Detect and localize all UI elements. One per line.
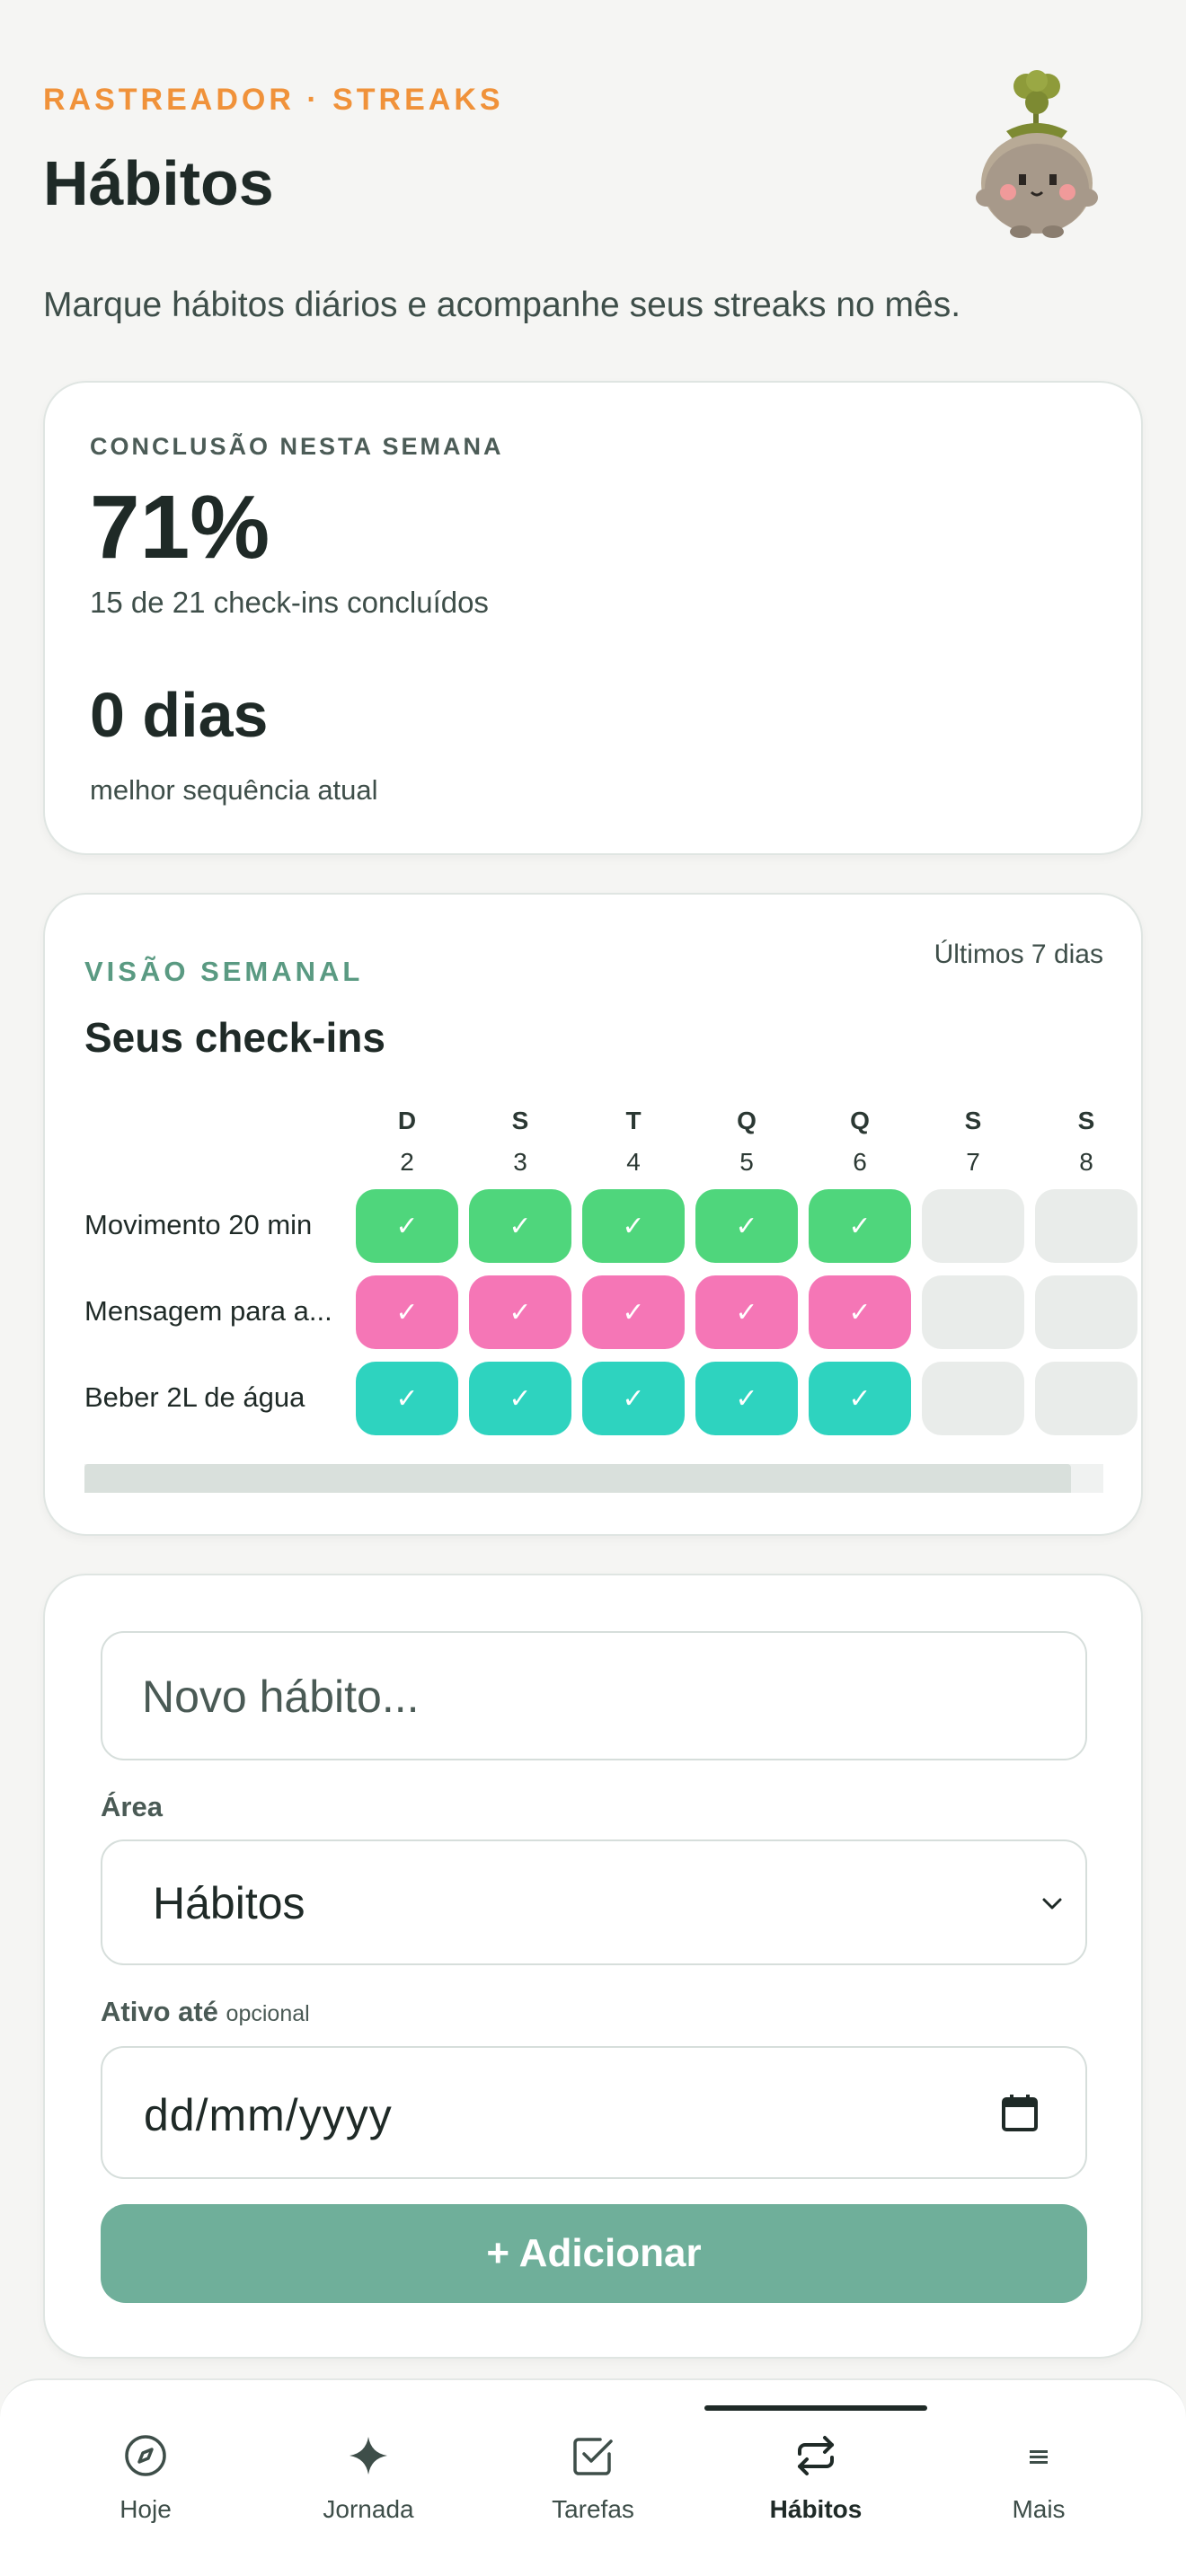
- weekly-title: Seus check-ins: [84, 1014, 385, 1061]
- checkin-cell-done[interactable]: ✓: [582, 1275, 685, 1349]
- nav-item-tarefas[interactable]: Tarefas: [503, 2432, 683, 2524]
- day-number: 8: [1079, 1148, 1093, 1176]
- checkin-cell-empty[interactable]: [922, 1362, 1024, 1435]
- optional-hint: opcional: [226, 2001, 310, 2026]
- habit-row-label: Movimento 20 min: [84, 1209, 313, 1240]
- day-header: S7: [922, 1107, 1024, 1177]
- active-until-text: Ativo até: [101, 1996, 218, 2027]
- day-number: 4: [626, 1148, 641, 1176]
- compass-icon: [125, 2435, 166, 2476]
- area-select[interactable]: Hábitos: [101, 1839, 1087, 1965]
- area-label: Área: [101, 1791, 163, 1822]
- day-header: Q5: [695, 1107, 798, 1177]
- eyebrow-label: RASTREADOR · STREAKS: [43, 83, 504, 117]
- habit-row-label: Mensagem para a...: [84, 1295, 332, 1327]
- day-number: 2: [400, 1148, 414, 1176]
- nav-item-habitos[interactable]: Hábitos: [726, 2432, 906, 2524]
- summary-card: CONCLUSÃO NESTA SEMANA 71% 15 de 21 chec…: [43, 381, 1143, 855]
- area-select-value: Hábitos: [153, 1878, 305, 1928]
- day-number: 7: [966, 1148, 980, 1176]
- checkin-cell-done[interactable]: ✓: [356, 1275, 458, 1349]
- checkin-cell-done[interactable]: ✓: [356, 1189, 458, 1263]
- checkin-cell-done[interactable]: ✓: [469, 1275, 571, 1349]
- checkin-cell-empty[interactable]: [922, 1189, 1024, 1263]
- checkin-cell-done[interactable]: ✓: [582, 1362, 685, 1435]
- habit-name-input[interactable]: Novo hábito...: [101, 1631, 1087, 1760]
- calendar-icon[interactable]: [1001, 2093, 1039, 2132]
- nav-item-jornada[interactable]: Jornada: [279, 2432, 458, 2524]
- page-title: Hábitos: [43, 148, 274, 218]
- weekly-card: VISÃO SEMANAL Últimos 7 dias Seus check-…: [43, 893, 1143, 1536]
- day-number: 5: [739, 1148, 754, 1176]
- weekly-range: Últimos 7 dias: [934, 940, 1103, 969]
- checkin-cell-empty[interactable]: [1035, 1275, 1137, 1349]
- streak-label: melhor sequência atual: [90, 774, 378, 806]
- checkin-cell-done[interactable]: ✓: [356, 1362, 458, 1435]
- weekly-eyebrow: VISÃO SEMANAL: [84, 956, 364, 987]
- day-header: S8: [1035, 1107, 1137, 1177]
- streak-value: 0 dias: [90, 680, 269, 750]
- checkin-cell-done[interactable]: ✓: [469, 1189, 571, 1263]
- nav-label-hoje: Hoje: [119, 2495, 172, 2523]
- repeat-icon: [798, 2436, 834, 2475]
- day-header: T4: [582, 1107, 685, 1177]
- habit-row-label: Beber 2L de água: [84, 1381, 305, 1413]
- sparkle-icon: [350, 2437, 387, 2475]
- date-placeholder: dd/mm/yyyy: [144, 2090, 393, 2140]
- nav-item-mais[interactable]: Mais: [949, 2432, 1128, 2524]
- day-number: 3: [513, 1148, 527, 1176]
- day-letter: S: [511, 1107, 529, 1134]
- day-header: Q6: [809, 1107, 911, 1177]
- checkin-cell-done[interactable]: ✓: [809, 1362, 911, 1435]
- nav-label-habitos: Hábitos: [769, 2495, 863, 2523]
- day-letter: D: [397, 1107, 417, 1134]
- completion-percent: 71%: [90, 477, 270, 578]
- day-number: 6: [853, 1148, 867, 1176]
- nav-item-hoje[interactable]: Hoje: [56, 2432, 235, 2524]
- nav-label-jornada: Jornada: [323, 2495, 414, 2523]
- checkin-cell-done[interactable]: ✓: [809, 1189, 911, 1263]
- checkin-grid: D 2 S 3 T 4 Q 5 Q 6 S 7 S 8 Movimento 20 min ✓ ✓ ✓ ✓ ✓ Mensa…: [84, 1107, 1141, 1493]
- checkin-cell-empty[interactable]: [1035, 1189, 1137, 1263]
- bottom-navigation: Hoje Jornada Tarefas Hábitos Mais: [0, 2378, 1186, 2576]
- summary-eyebrow: CONCLUSÃO NESTA SEMANA: [90, 433, 504, 460]
- nav-label-tarefas: Tarefas: [552, 2495, 634, 2523]
- active-until-label: Ativo até opcional: [101, 1996, 310, 2028]
- checkin-cell-empty[interactable]: [922, 1275, 1024, 1349]
- day-letter: Q: [737, 1107, 757, 1134]
- chevron-down-icon: [1042, 1898, 1062, 1910]
- checkin-cell-empty[interactable]: [1035, 1362, 1137, 1435]
- grid-scrollbar-thumb[interactable]: [84, 1464, 1071, 1493]
- add-habit-button[interactable]: + Adicionar: [101, 2204, 1087, 2303]
- checkin-cell-done[interactable]: ✓: [809, 1275, 911, 1349]
- day-letter: T: [625, 1107, 642, 1134]
- active-tab-indicator: [704, 2405, 927, 2411]
- mascot-icon: [976, 70, 1098, 238]
- day-header: S3: [469, 1107, 571, 1177]
- checkin-cell-done[interactable]: ✓: [695, 1275, 798, 1349]
- new-habit-card: Novo hábito... Área Hábitos Ativo até op…: [43, 1574, 1143, 2359]
- day-letter: S: [1077, 1107, 1095, 1134]
- checkin-cell-done[interactable]: ✓: [695, 1189, 798, 1263]
- checkin-cell-done[interactable]: ✓: [695, 1362, 798, 1435]
- habit-name-placeholder: Novo hábito...: [142, 1672, 420, 1722]
- page-subtitle: Marque hábitos diários e acompanhe seus …: [43, 286, 961, 324]
- checkbox-icon: [573, 2438, 613, 2475]
- checkin-cell-done[interactable]: ✓: [469, 1362, 571, 1435]
- day-letter: Q: [850, 1107, 870, 1134]
- active-until-date-input[interactable]: dd/mm/yyyy: [101, 2046, 1087, 2179]
- completion-detail: 15 de 21 check-ins concluídos: [90, 586, 489, 619]
- checkin-cell-done[interactable]: ✓: [582, 1189, 685, 1263]
- menu-icon: [1030, 2450, 1048, 2464]
- day-header: D2: [356, 1107, 458, 1177]
- day-letter: S: [964, 1107, 982, 1134]
- nav-label-mais: Mais: [1012, 2495, 1066, 2523]
